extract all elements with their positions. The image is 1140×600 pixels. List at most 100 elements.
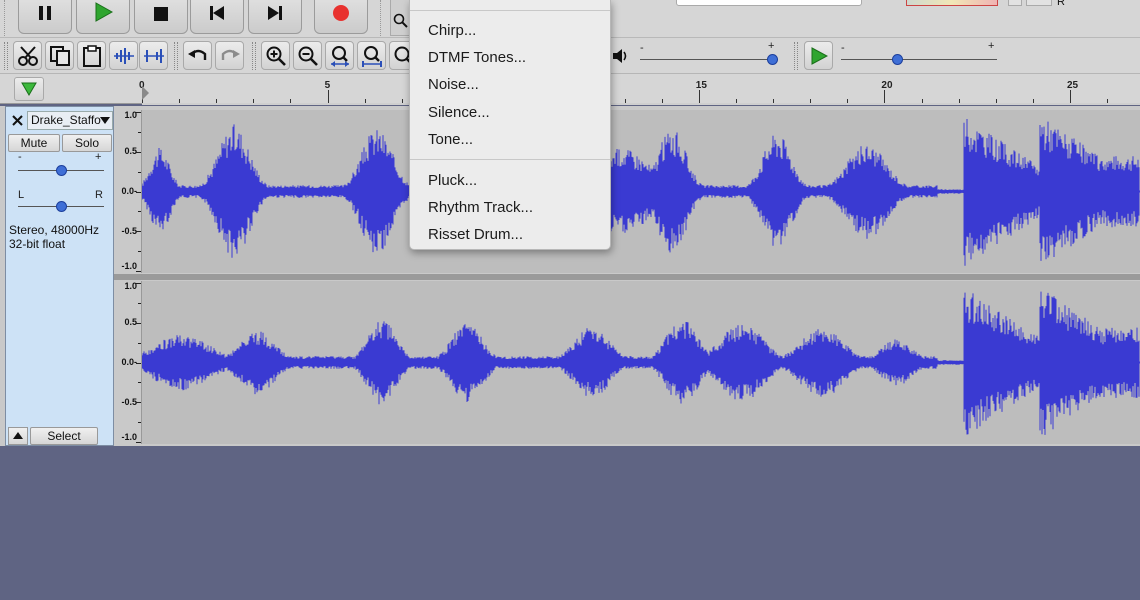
zoom-out-button[interactable] [293,41,322,70]
pan-thumb[interactable] [55,201,67,212]
meter-options-button[interactable] [1008,0,1022,6]
track-format-line-1: Stereo, 48000Hz [9,223,100,237]
menu-item-rhythm-track[interactable]: Rhythm Track... [410,195,610,221]
cut-icon [17,45,38,66]
waveform-right-channel[interactable] [141,281,1140,444]
undo-icon [187,49,206,60]
channel-separator [114,274,1140,280]
menu-separator [410,159,610,160]
tools-row [390,0,410,36]
menu-item-chirp[interactable]: Chirp... [410,18,610,44]
trim-audio-button[interactable] [109,41,138,70]
collapse-up-icon [13,432,23,439]
meter-channel-label: R [1057,0,1065,8]
menu-item-silence[interactable]: Silence... [410,100,610,126]
vertical-scale-right-channel[interactable]: 1.0 0.5 0.0- -0.5 -1.0 [114,281,142,444]
pan-right-label: R [95,189,103,201]
solo-button[interactable]: Solo [62,134,112,152]
scale-label: -1.0 [121,261,137,271]
undo-button[interactable] [183,41,212,70]
scale-tick [138,382,141,384]
copy-button[interactable] [45,41,74,70]
play-speed-slider[interactable] [841,53,997,67]
ruler-tick [1070,90,1071,104]
playback-volume-thumb[interactable] [767,54,778,65]
skip-to-end-button[interactable] [248,0,302,34]
scale-tick [136,362,141,364]
playhead-marker-icon[interactable] [142,86,149,100]
gain-slider[interactable] [18,165,104,177]
scale-tick [136,271,141,272]
fit-selection-button[interactable] [325,41,354,70]
meter-scale-button[interactable] [1026,0,1052,6]
pan-slider[interactable] [18,201,104,213]
zoom-tool-icon[interactable] [393,13,409,29]
stop-icon [154,7,168,21]
play-at-speed-toolbar-grip[interactable] [794,42,798,70]
timeline-options-button[interactable] [14,77,44,101]
copy-icon [49,45,70,66]
menu-item-tone[interactable]: Tone... [410,127,610,153]
playback-volume-max-label: + [768,40,775,52]
scale-tick [138,131,141,133]
menu-item-risset-drum[interactable]: Risset Drum... [410,222,610,248]
menu-separator [410,10,610,11]
scale-tick [138,251,141,253]
playback-volume-slider[interactable] [640,53,778,67]
scale-tick [136,191,141,193]
record-button[interactable] [314,0,368,34]
skip-start-icon [210,6,224,20]
scale-tick [138,211,141,213]
select-track-button[interactable]: Select [30,427,98,445]
vertical-scale-left-channel[interactable]: 1.0 0.5 0.0- -0.5 -1.0 [114,110,142,273]
ruler-tick [884,90,886,104]
gain-min-label: - [18,151,22,163]
zoom-toolbar-grip[interactable] [252,42,256,70]
menu-item-noise[interactable]: Noise... [410,72,610,98]
scale-tick [138,302,141,304]
redo-icon [221,49,240,60]
ruler-label: 15 [695,80,707,91]
stop-button[interactable] [134,0,188,34]
menu-item-pluck[interactable]: Pluck... [410,168,610,194]
waveform-right-channel-drawing [141,291,1140,435]
scale-tick [138,171,141,173]
mute-button[interactable]: Mute [8,134,60,152]
menu-item-dtmf-tones[interactable]: DTMF Tones... [410,45,610,71]
close-track-button[interactable] [8,111,26,129]
fit-selection-icon [330,45,349,67]
play-at-speed-button[interactable] [804,41,833,70]
waveform-left-channel[interactable] [141,110,1140,273]
track-format-line-2: 32-bit float [9,237,66,251]
play-button[interactable] [76,0,130,34]
collapse-track-button[interactable] [8,427,28,445]
pause-button[interactable] [18,0,72,34]
playback-meter[interactable] [906,0,998,6]
zoom-in-button[interactable] [261,41,290,70]
pause-icon [39,6,51,20]
redo-button[interactable] [215,41,244,70]
recording-meter[interactable] [676,0,862,6]
gain-max-label: + [95,151,102,163]
transport-toolbar-grip[interactable] [4,0,10,37]
silence-audio-button[interactable] [139,41,168,70]
paste-button[interactable] [77,41,106,70]
scale-label: -0.5 [121,226,137,236]
timeline-ruler[interactable]: 0510152025 [139,74,1140,104]
speaker-icon [613,49,627,63]
skip-to-start-button[interactable] [190,0,244,34]
track-name-menu[interactable]: Drake_Staffo [27,111,113,130]
play-speed-thumb[interactable] [891,54,903,65]
trim-icon [113,47,134,64]
cut-button[interactable] [13,41,42,70]
ruler-tick [698,90,700,104]
undo-toolbar-grip[interactable] [174,42,178,70]
tools-toolbar-grip[interactable] [380,0,386,37]
play-at-speed-icon [811,46,828,65]
edit-toolbar-grip[interactable] [4,42,8,70]
track-control-panel[interactable]: Drake_Staffo Mute Solo - + L R Stereo, 4… [5,106,114,446]
ruler-baseline [142,103,1140,105]
fit-project-button[interactable] [357,41,386,70]
gain-thumb[interactable] [55,165,67,176]
scale-tick [136,151,141,153]
